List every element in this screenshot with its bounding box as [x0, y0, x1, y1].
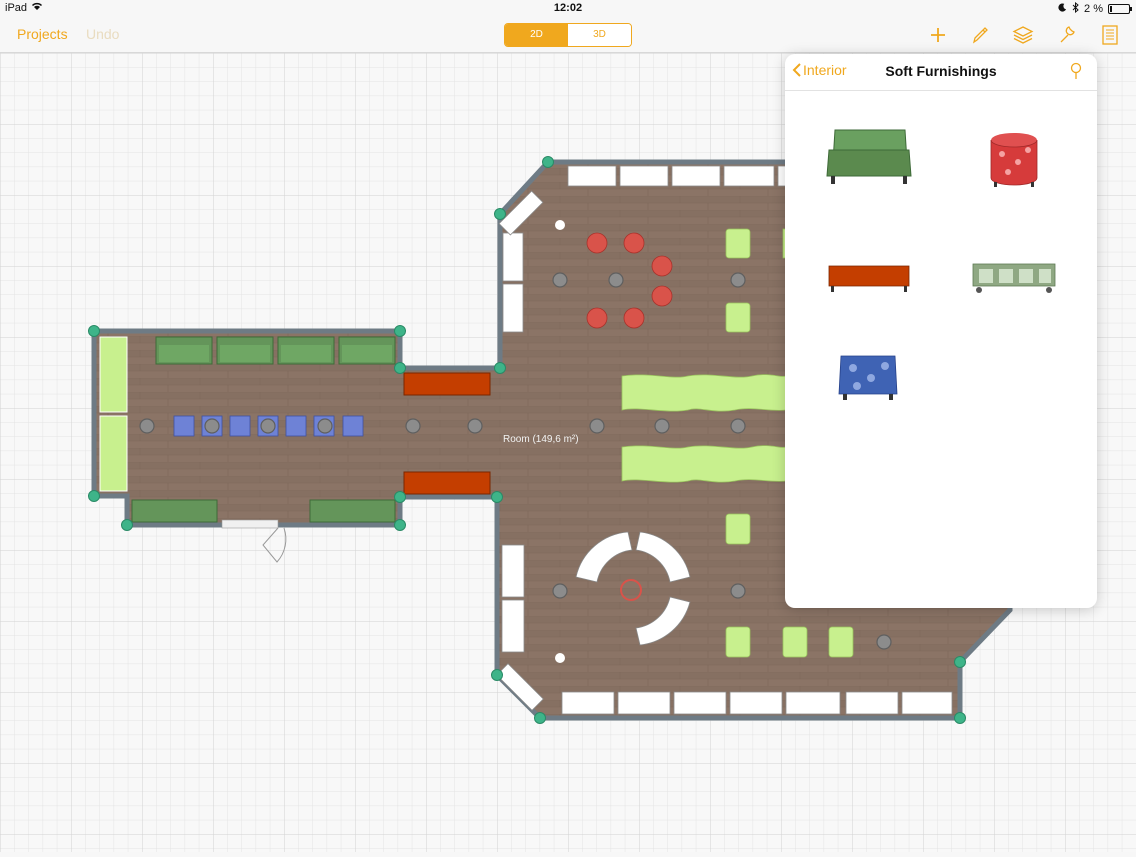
orange-bench-bottom[interactable] — [403, 471, 491, 495]
orange-bench-top[interactable] — [403, 372, 491, 396]
layers-icon[interactable] — [1010, 22, 1036, 48]
toolbar: Projects Undo 2D 3D — [0, 18, 1136, 53]
status-right: 2 % — [1058, 1, 1132, 16]
lamp-top — [555, 220, 565, 230]
battery-icon — [1108, 4, 1132, 14]
projects-button[interactable]: Projects — [17, 26, 68, 42]
undo-button[interactable]: Undo — [86, 26, 119, 42]
orange-bench-item[interactable] — [827, 260, 911, 301]
windows-top — [567, 165, 787, 187]
pencil-icon[interactable] — [967, 22, 993, 48]
view-2d-button[interactable]: 2D — [505, 24, 568, 46]
clock: 12:02 — [553, 2, 583, 14]
bench-light-1[interactable] — [99, 336, 128, 413]
pin-icon[interactable] — [1069, 62, 1083, 85]
view-3d-button[interactable]: 3D — [568, 24, 631, 46]
wrench-icon[interactable] — [1054, 22, 1080, 48]
bluetooth-icon — [1072, 1, 1079, 16]
popover-title: Soft Furnishings — [885, 63, 997, 79]
room-label[interactable]: Room (149,6 m²) — [503, 434, 579, 445]
green-sofa-item[interactable] — [825, 126, 913, 193]
windows-bottom — [561, 691, 953, 715]
moon-icon — [1058, 3, 1067, 15]
notes-icon[interactable] — [1097, 22, 1123, 48]
battery-percent: 2 % — [1084, 3, 1103, 15]
red-pouf-item[interactable] — [988, 132, 1040, 193]
furnishings-popover: Interior Soft Furnishings — [785, 54, 1097, 608]
plus-icon[interactable] — [925, 22, 951, 48]
shelf-bench-item[interactable] — [971, 260, 1057, 301]
bench-light-2[interactable] — [99, 415, 128, 492]
lamp-bottom — [555, 653, 565, 663]
blue-pouf-item[interactable] — [835, 350, 901, 411]
status-bar: iPad 12:02 2 % — [0, 0, 1136, 18]
popover-header: Interior Soft Furnishings — [785, 54, 1097, 91]
view-mode-segmented-control: 2D 3D — [504, 23, 632, 47]
